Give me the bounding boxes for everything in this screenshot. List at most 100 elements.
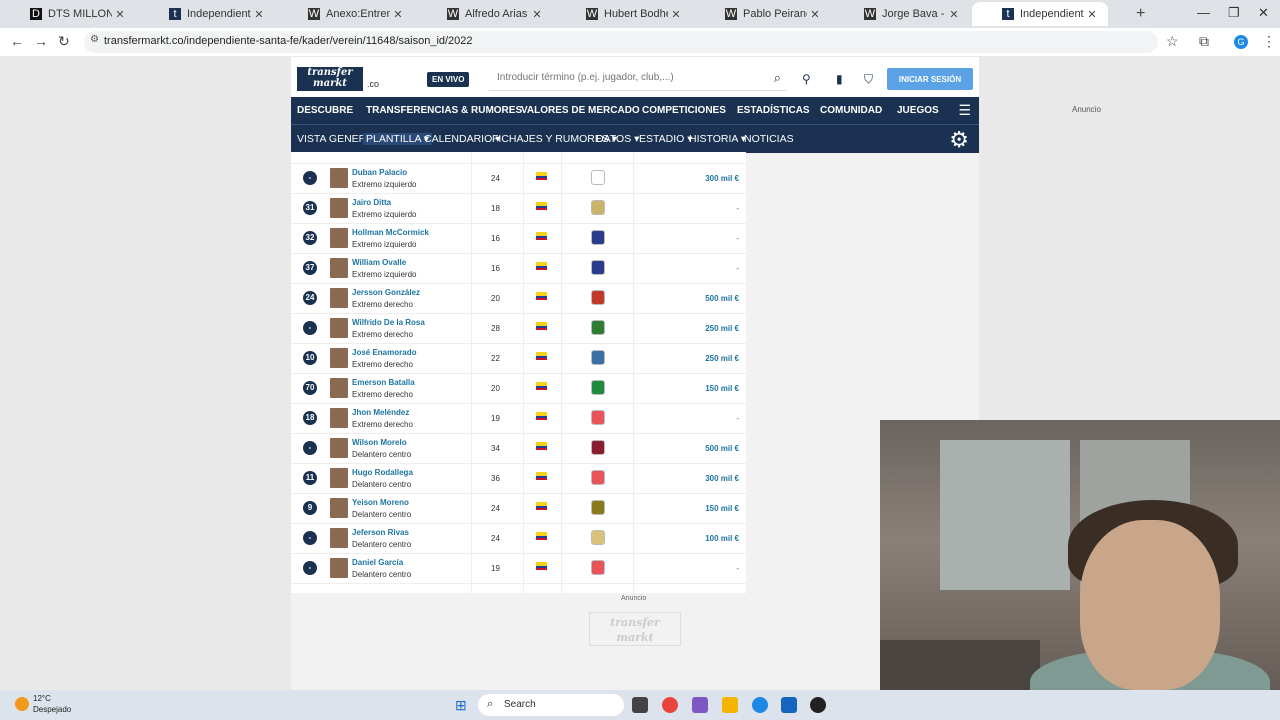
market-value[interactable]: 500 mil € bbox=[705, 444, 739, 453]
player-photo[interactable] bbox=[330, 198, 348, 218]
subnav-historia[interactable]: HISTORIA ▾ bbox=[689, 133, 746, 145]
app-icon[interactable] bbox=[810, 697, 826, 713]
club-crest-icon[interactable] bbox=[591, 500, 605, 515]
club-crest-icon[interactable] bbox=[591, 530, 605, 545]
tab-close-icon[interactable]: ✕ bbox=[668, 8, 684, 21]
market-value[interactable]: 150 mil € bbox=[705, 384, 739, 393]
player-name-link[interactable]: Yeison Moreno bbox=[352, 498, 409, 507]
task-view-icon[interactable] bbox=[632, 697, 648, 713]
tab-close-icon[interactable]: ✕ bbox=[251, 8, 267, 21]
table-row[interactable]: 9 Yeison Moreno Delantero centro 24 150 mil … bbox=[291, 493, 746, 524]
player-name-link[interactable]: Hollman McCormick bbox=[352, 228, 429, 237]
taskbar-search[interactable]: ⌕ Search bbox=[478, 694, 624, 716]
club-crest-icon[interactable] bbox=[591, 380, 605, 395]
back-icon[interactable]: ← bbox=[10, 33, 24, 49]
tab-close-icon[interactable]: ✕ bbox=[946, 8, 962, 21]
player-photo[interactable] bbox=[330, 288, 348, 308]
club-crest-icon[interactable] bbox=[591, 560, 605, 575]
minimize-icon[interactable]: — bbox=[1197, 5, 1210, 20]
club-crest-icon[interactable] bbox=[591, 440, 605, 455]
subnav-noticias[interactable]: NOTICIAS bbox=[744, 133, 794, 145]
club-crest-icon[interactable] bbox=[591, 290, 605, 305]
table-row[interactable]: 11 Hugo Rodallega Delantero centro 36 300 mi… bbox=[291, 463, 746, 494]
forward-icon[interactable]: → bbox=[34, 33, 48, 49]
table-row[interactable]: 32 Hollman McCormick Extremo izquierdo 16 - bbox=[291, 223, 746, 254]
nav-transferencias[interactable]: TRANSFERENCIAS & RUMORES bbox=[366, 105, 522, 116]
player-name-link[interactable]: Hugo Rodallega bbox=[352, 468, 413, 477]
player-name-link[interactable]: Jeferson Rivas bbox=[352, 528, 409, 537]
shield-icon[interactable]: ⛉ bbox=[864, 72, 873, 87]
weather-description[interactable]: Despejado bbox=[33, 705, 71, 714]
player-photo[interactable] bbox=[330, 528, 348, 548]
player-photo[interactable] bbox=[330, 438, 348, 458]
browser-tab[interactable]: W Jorge Bava - Wikipedia, la✕ bbox=[834, 2, 970, 26]
table-row[interactable]: 31 Jairo Ditta Extremo izquierdo 18 - bbox=[291, 193, 746, 224]
tab-close-icon[interactable]: ✕ bbox=[529, 8, 545, 21]
player-photo[interactable] bbox=[330, 498, 348, 518]
player-name-link[interactable]: Daniel García bbox=[352, 558, 403, 567]
club-crest-icon[interactable] bbox=[591, 320, 605, 335]
browser-menu-icon[interactable]: ⋮ bbox=[1262, 33, 1276, 50]
table-row[interactable]: - Wilson Morelo Delantero centro 34 500 mil … bbox=[291, 433, 746, 464]
player-photo[interactable] bbox=[330, 318, 348, 338]
browser-tab[interactable]: W Hubert Bodhert - Wikipedi✕ bbox=[556, 2, 692, 26]
browser-tab[interactable]: t Independiente Santa Fe✕ bbox=[972, 2, 1108, 26]
table-row[interactable]: - Duban Palacio Extremo izquierdo 24 ◎ 300 mi… bbox=[291, 163, 746, 194]
edge-icon[interactable] bbox=[752, 697, 768, 713]
player-name-link[interactable]: Wilfrido De la Rosa bbox=[352, 318, 425, 327]
restore-icon[interactable]: ❐ bbox=[1228, 5, 1240, 21]
login-button[interactable]: INICIAR SESIÓN bbox=[887, 68, 973, 90]
url-text[interactable]: transfermarkt.co/independiente-santa-fe/… bbox=[104, 35, 473, 47]
table-row[interactable]: - Jeferson Rivas Delantero centro 24 100 mil… bbox=[291, 523, 746, 554]
player-search-icon[interactable]: ⚲ bbox=[802, 72, 811, 86]
player-photo[interactable] bbox=[330, 558, 348, 578]
nav-estadisticas[interactable]: ESTADÍSTICAS bbox=[737, 105, 810, 116]
nav-juegos[interactable]: JUEGOS bbox=[897, 105, 939, 116]
player-name-link[interactable]: Duban Palacio bbox=[352, 168, 407, 177]
tab-close-icon[interactable]: ✕ bbox=[112, 8, 128, 21]
table-row[interactable]: - Daniel García Delantero centro 19 - bbox=[291, 553, 746, 584]
subnav-plantilla[interactable]: PLANTILLA ▾ bbox=[363, 133, 433, 145]
tab-close-icon[interactable]: ✕ bbox=[1084, 8, 1100, 21]
player-name-link[interactable]: José Enamorado bbox=[352, 348, 416, 357]
player-name-link[interactable]: Wilson Morelo bbox=[352, 438, 407, 447]
subnav-datos[interactable]: DATOS ▾ bbox=[596, 133, 639, 145]
market-value[interactable]: 100 mil € bbox=[705, 534, 739, 543]
player-photo[interactable] bbox=[330, 408, 348, 428]
live-badge[interactable]: EN VIVO bbox=[427, 72, 470, 87]
browser-tab[interactable]: W Pablo Peirano - Wikipedi✕ bbox=[695, 2, 831, 26]
hamburger-menu-icon[interactable]: ☰ bbox=[958, 102, 971, 119]
player-name-link[interactable]: Jhon Meléndez bbox=[352, 408, 409, 417]
bookmark-star-icon[interactable]: ☆ bbox=[1166, 33, 1179, 50]
player-photo[interactable] bbox=[330, 228, 348, 248]
transfermarkt-logo[interactable]: transfer markt bbox=[297, 67, 363, 91]
club-crest-icon[interactable]: ◎ bbox=[591, 170, 605, 185]
extensions-icon[interactable]: ⧉ bbox=[1199, 33, 1209, 50]
windows-start-icon[interactable]: ⊞ bbox=[455, 697, 471, 713]
browser-tab[interactable]: W Anexo:Entrenadores del✕ bbox=[278, 2, 414, 26]
reload-icon[interactable]: ↻ bbox=[58, 33, 70, 50]
player-photo[interactable] bbox=[330, 468, 348, 488]
market-value[interactable]: 500 mil € bbox=[705, 294, 739, 303]
table-row[interactable]: 24 Jersson González Extremo derecho 20 500 m… bbox=[291, 283, 746, 314]
nav-comunidad[interactable]: COMUNIDAD bbox=[820, 105, 882, 116]
market-value[interactable]: 300 mil € bbox=[705, 174, 739, 183]
tab-close-icon[interactable]: ✕ bbox=[807, 8, 823, 21]
browser-tab[interactable]: W Alfredo Arias (entrenador✕ bbox=[417, 2, 553, 26]
market-value[interactable]: 150 mil € bbox=[705, 504, 739, 513]
url-field[interactable]: ⚙ transfermarkt.co/independiente-santa-f… bbox=[84, 31, 1158, 53]
browser-tab[interactable]: t Independiente Santa Fe✕ bbox=[139, 2, 275, 26]
nav-competiciones[interactable]: COMPETICIONES bbox=[642, 105, 726, 116]
table-row[interactable]: 10 José Enamorado Extremo derecho 22 250 mil… bbox=[291, 343, 746, 374]
player-name-link[interactable]: William Ovalle bbox=[352, 258, 406, 267]
subnav-estadio[interactable]: ESTADIO ▾ bbox=[639, 133, 693, 145]
search-input[interactable] bbox=[495, 71, 759, 84]
market-value[interactable]: 300 mil € bbox=[705, 474, 739, 483]
club-crest-icon[interactable] bbox=[591, 200, 605, 215]
player-photo[interactable] bbox=[330, 378, 348, 398]
file-explorer-icon[interactable] bbox=[722, 697, 738, 713]
chrome-icon[interactable] bbox=[662, 697, 678, 713]
market-value[interactable]: 250 mil € bbox=[705, 324, 739, 333]
copilot-icon[interactable] bbox=[692, 697, 708, 713]
table-row[interactable]: 18 Jhon Meléndez Extremo derecho 19 - bbox=[291, 403, 746, 434]
